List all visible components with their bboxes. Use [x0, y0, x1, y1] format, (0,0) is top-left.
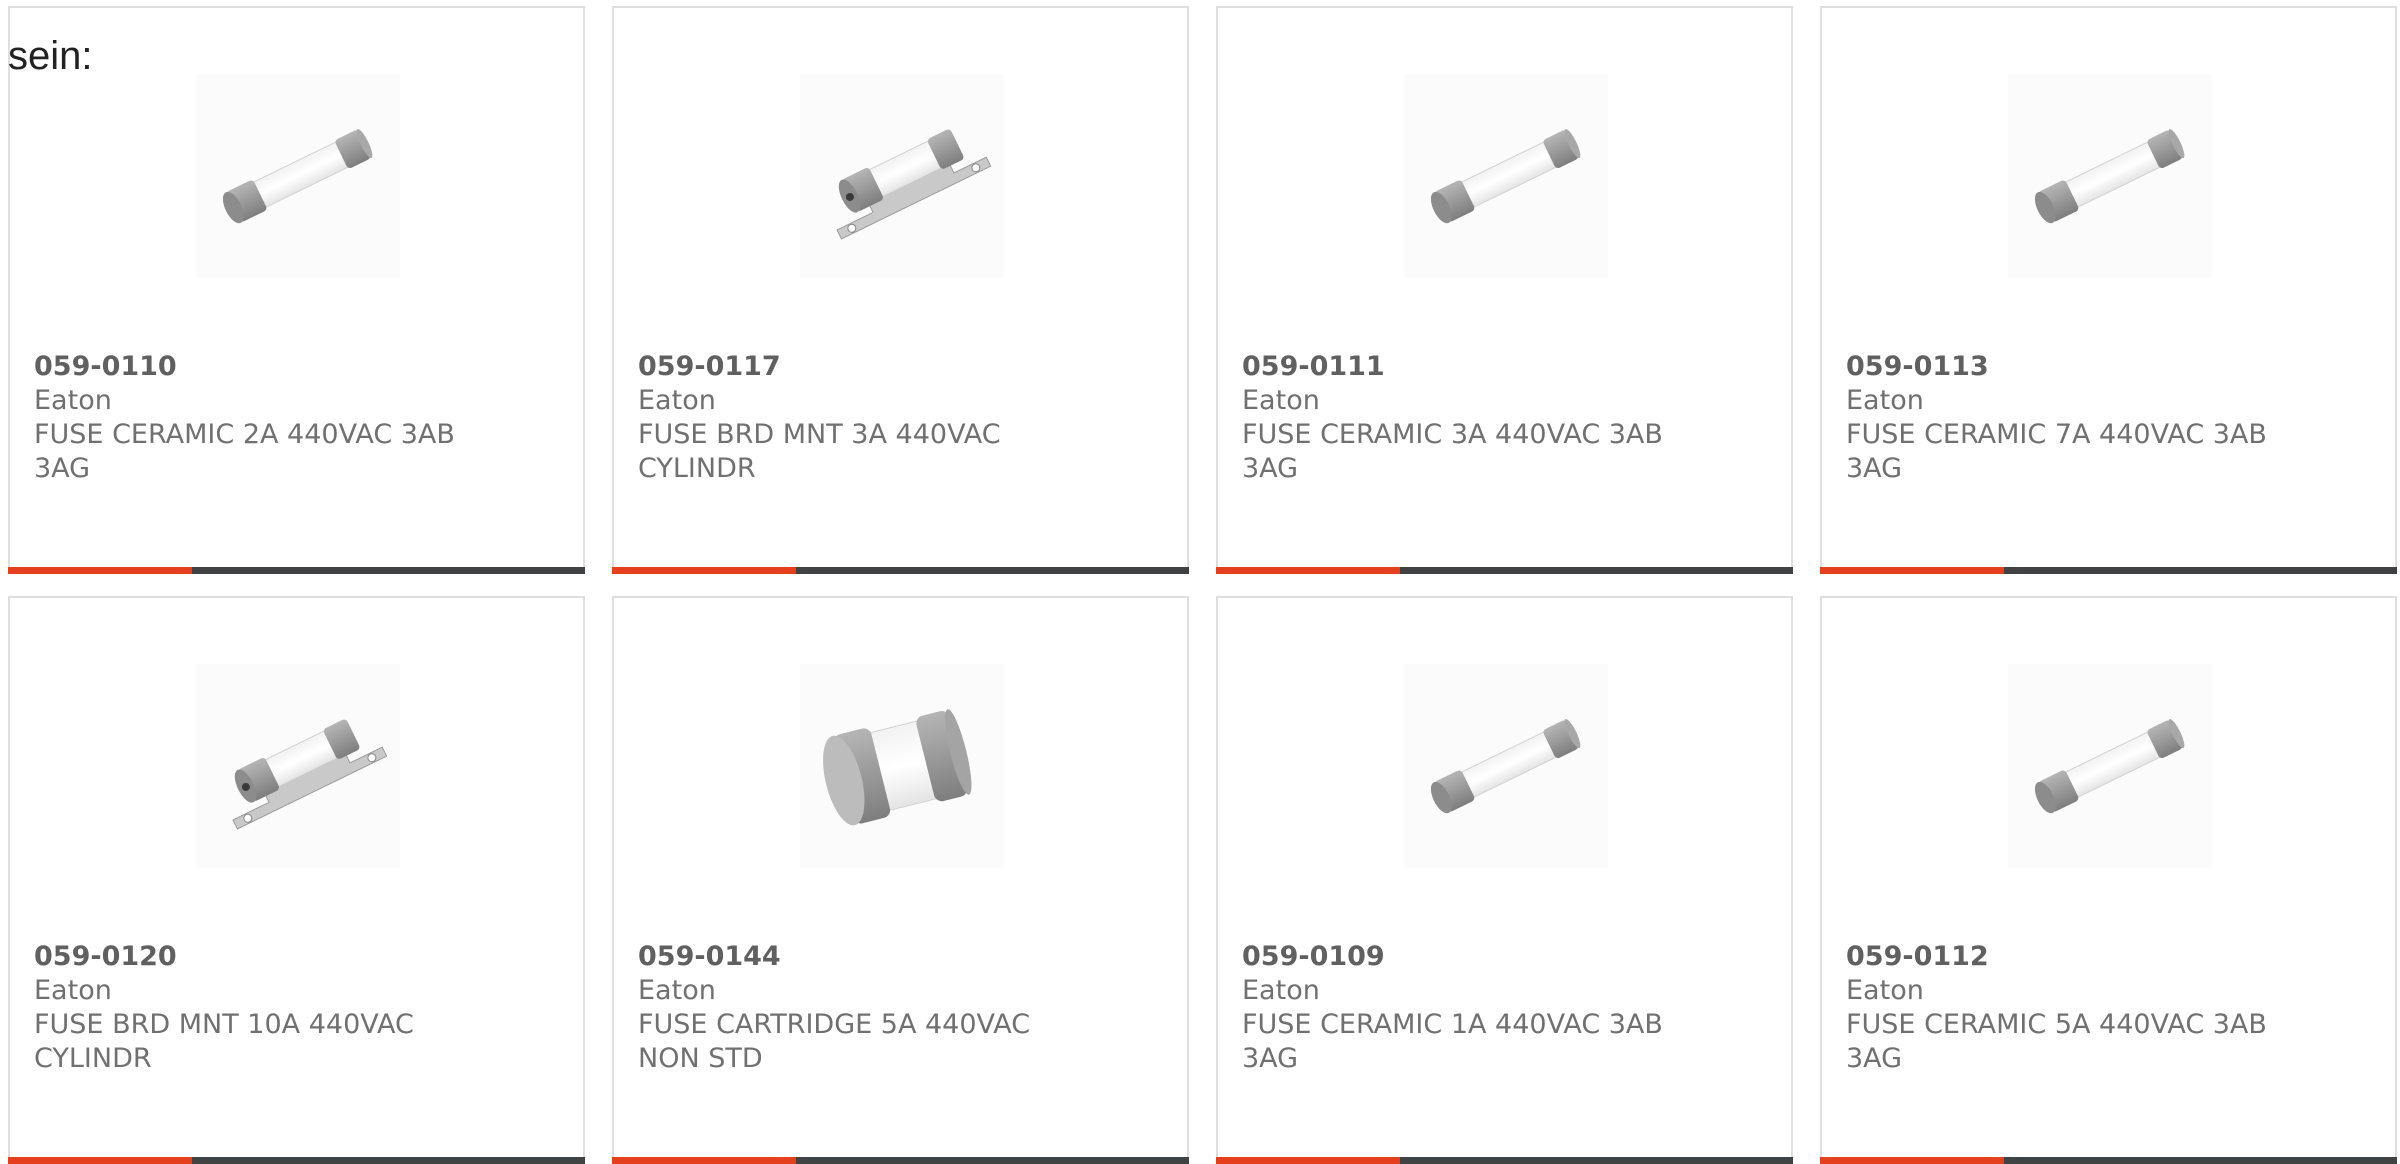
product-card[interactable]: 059-0109 Eaton FUSE CERAMIC 1A 440VAC 3AB … [1216, 596, 1793, 1164]
product-info: 059-0144 Eaton FUSE CARTRIDGE 5A 440VAC NO… [638, 940, 1078, 1076]
product-card[interactable]: 059-0112 Eaton FUSE CERAMIC 5A 440VAC 3AB … [1820, 596, 2397, 1164]
manufacturer: Eaton [638, 975, 716, 1006]
ceramic-fuse-icon[interactable] [1404, 664, 1608, 868]
manufacturer: Eaton [1242, 975, 1320, 1006]
product-info: 059-0117 Eaton FUSE BRD MNT 3A 440VAC CYLI… [638, 350, 1078, 486]
product-card[interactable]: 059-0117 Eaton FUSE BRD MNT 3A 440VAC CYLI… [612, 6, 1189, 574]
manufacturer: Eaton [34, 385, 112, 416]
product-info: 059-0109 Eaton FUSE CERAMIC 1A 440VAC 3AB … [1242, 940, 1682, 1076]
product-description: FUSE CERAMIC 2A 440VAC 3AB 3AG [34, 419, 455, 484]
part-number[interactable]: 059-0120 [34, 940, 474, 974]
card-bottom-bar [1820, 567, 2397, 574]
board-mount-fuse-icon[interactable] [800, 74, 1004, 278]
product-description: FUSE BRD MNT 3A 440VAC CYLINDR [638, 419, 1001, 484]
product-card[interactable]: 059-0113 Eaton FUSE CERAMIC 7A 440VAC 3AB … [1820, 6, 2397, 574]
part-number[interactable]: 059-0110 [34, 350, 474, 384]
manufacturer: Eaton [1846, 385, 1924, 416]
part-number[interactable]: 059-0117 [638, 350, 1078, 384]
manufacturer: Eaton [34, 975, 112, 1006]
product-description: FUSE BRD MNT 10A 440VAC CYLINDR [34, 1009, 414, 1074]
product-card[interactable]: 059-0110 Eaton FUSE CERAMIC 2A 440VAC 3AB … [8, 6, 585, 574]
product-description: FUSE CERAMIC 1A 440VAC 3AB 3AG [1242, 1009, 1663, 1074]
manufacturer: Eaton [638, 385, 716, 416]
ceramic-fuse-icon[interactable] [2008, 74, 2212, 278]
manufacturer: Eaton [1242, 385, 1320, 416]
ceramic-fuse-icon[interactable] [1404, 74, 1608, 278]
product-card[interactable]: 059-0111 Eaton FUSE CERAMIC 3A 440VAC 3AB … [1216, 6, 1793, 574]
product-card[interactable]: 059-0144 Eaton FUSE CARTRIDGE 5A 440VAC NO… [612, 596, 1189, 1164]
product-card[interactable]: 059-0120 Eaton FUSE BRD MNT 10A 440VAC CYL… [8, 596, 585, 1164]
card-bottom-bar [612, 567, 1189, 574]
intro-text: sein: [8, 34, 93, 78]
product-info: 059-0111 Eaton FUSE CERAMIC 3A 440VAC 3AB … [1242, 350, 1682, 486]
manufacturer: Eaton [1846, 975, 1924, 1006]
card-accent-bar [8, 567, 192, 574]
card-accent-bar [612, 567, 796, 574]
product-description: FUSE CARTRIDGE 5A 440VAC NON STD [638, 1009, 1031, 1074]
part-number[interactable]: 059-0109 [1242, 940, 1682, 974]
board-mount-fuse-icon[interactable] [196, 664, 400, 868]
part-number[interactable]: 059-0111 [1242, 350, 1682, 384]
part-number[interactable]: 059-0113 [1846, 350, 2286, 384]
product-info: 059-0113 Eaton FUSE CERAMIC 7A 440VAC 3AB … [1846, 350, 2286, 486]
product-info: 059-0112 Eaton FUSE CERAMIC 5A 440VAC 3AB … [1846, 940, 2286, 1076]
card-bottom-bar [8, 567, 585, 574]
cartridge-fuse-icon[interactable] [800, 664, 1004, 868]
product-info: 059-0120 Eaton FUSE BRD MNT 10A 440VAC CYL… [34, 940, 474, 1076]
product-description: FUSE CERAMIC 7A 440VAC 3AB 3AG [1846, 419, 2267, 484]
card-accent-bar [1216, 567, 1400, 574]
part-number[interactable]: 059-0144 [638, 940, 1078, 974]
part-number[interactable]: 059-0112 [1846, 940, 2286, 974]
product-description: FUSE CERAMIC 3A 440VAC 3AB 3AG [1242, 419, 1663, 484]
product-description: FUSE CERAMIC 5A 440VAC 3AB 3AG [1846, 1009, 2267, 1074]
card-accent-bar [1820, 567, 2004, 574]
ceramic-fuse-icon[interactable] [2008, 664, 2212, 868]
card-bottom-bar [1216, 567, 1793, 574]
ceramic-fuse-icon[interactable] [196, 74, 400, 278]
product-info: 059-0110 Eaton FUSE CERAMIC 2A 440VAC 3AB … [34, 350, 474, 486]
